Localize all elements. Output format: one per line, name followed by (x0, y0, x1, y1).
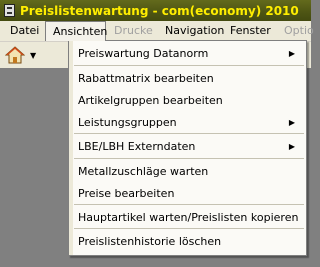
menu-separator (74, 65, 304, 66)
menu-separator (74, 158, 304, 159)
menu-datei[interactable]: Datei (10, 21, 39, 41)
menu-optionen[interactable]: Optio (284, 21, 314, 41)
submenu-arrow-icon: ▶ (288, 118, 295, 127)
menu-navigation[interactable]: Navigation (165, 21, 224, 41)
menu-drucke[interactable]: Drucke (114, 21, 153, 41)
menu-item-metallzuschlaege[interactable]: Metallzuschläge warten (78, 165, 208, 178)
menu-separator (74, 204, 304, 205)
menu-item-preise-bearbeiten[interactable]: Preise bearbeiten (78, 187, 174, 200)
home-icon (5, 46, 25, 64)
app-icon[interactable] (4, 4, 15, 17)
home-dropdown-button[interactable]: ▼ (3, 44, 41, 66)
title-bar: Preislistenwartung - com(economy) 2010 (0, 0, 311, 21)
menu-item-preiswartung-datanorm[interactable]: Preiswartung Datanorm (78, 47, 208, 60)
menu-separator (74, 228, 304, 229)
menu-bar: Datei Ansichten Drucke Navigation Fenste… (0, 21, 314, 42)
menu-item-artikelgruppen[interactable]: Artikelgruppen bearbeiten (78, 94, 223, 107)
submenu-arrow-icon: ▶ (288, 142, 295, 151)
menu-item-preislistenhistorie-loeschen[interactable]: Preislistenhistorie löschen (78, 235, 221, 248)
submenu-arrow-icon: ▶ (288, 49, 295, 58)
menu-item-leistungsgruppen[interactable]: Leistungsgruppen (78, 116, 177, 129)
menu-gutter (69, 41, 73, 255)
menu-item-lbe-lbh-externdaten[interactable]: LBE/LBH Externdaten (78, 140, 195, 153)
menu-separator (74, 133, 304, 134)
dropdown-arrow-icon[interactable]: ▼ (30, 51, 36, 60)
menu-ansichten[interactable]: Ansichten (45, 21, 107, 41)
menu-item-rabattmatrix[interactable]: Rabattmatrix bearbeiten (78, 72, 214, 85)
menu-item-hauptartikel-warten[interactable]: Hauptartikel warten/Preislisten kopieren (78, 211, 298, 224)
ansichten-dropdown-menu: Preiswartung Datanorm ▶ Rabattmatrix bea… (68, 40, 307, 256)
menu-fenster[interactable]: Fenster (230, 21, 271, 41)
window-title: Preislistenwartung - com(economy) 2010 (20, 3, 299, 18)
